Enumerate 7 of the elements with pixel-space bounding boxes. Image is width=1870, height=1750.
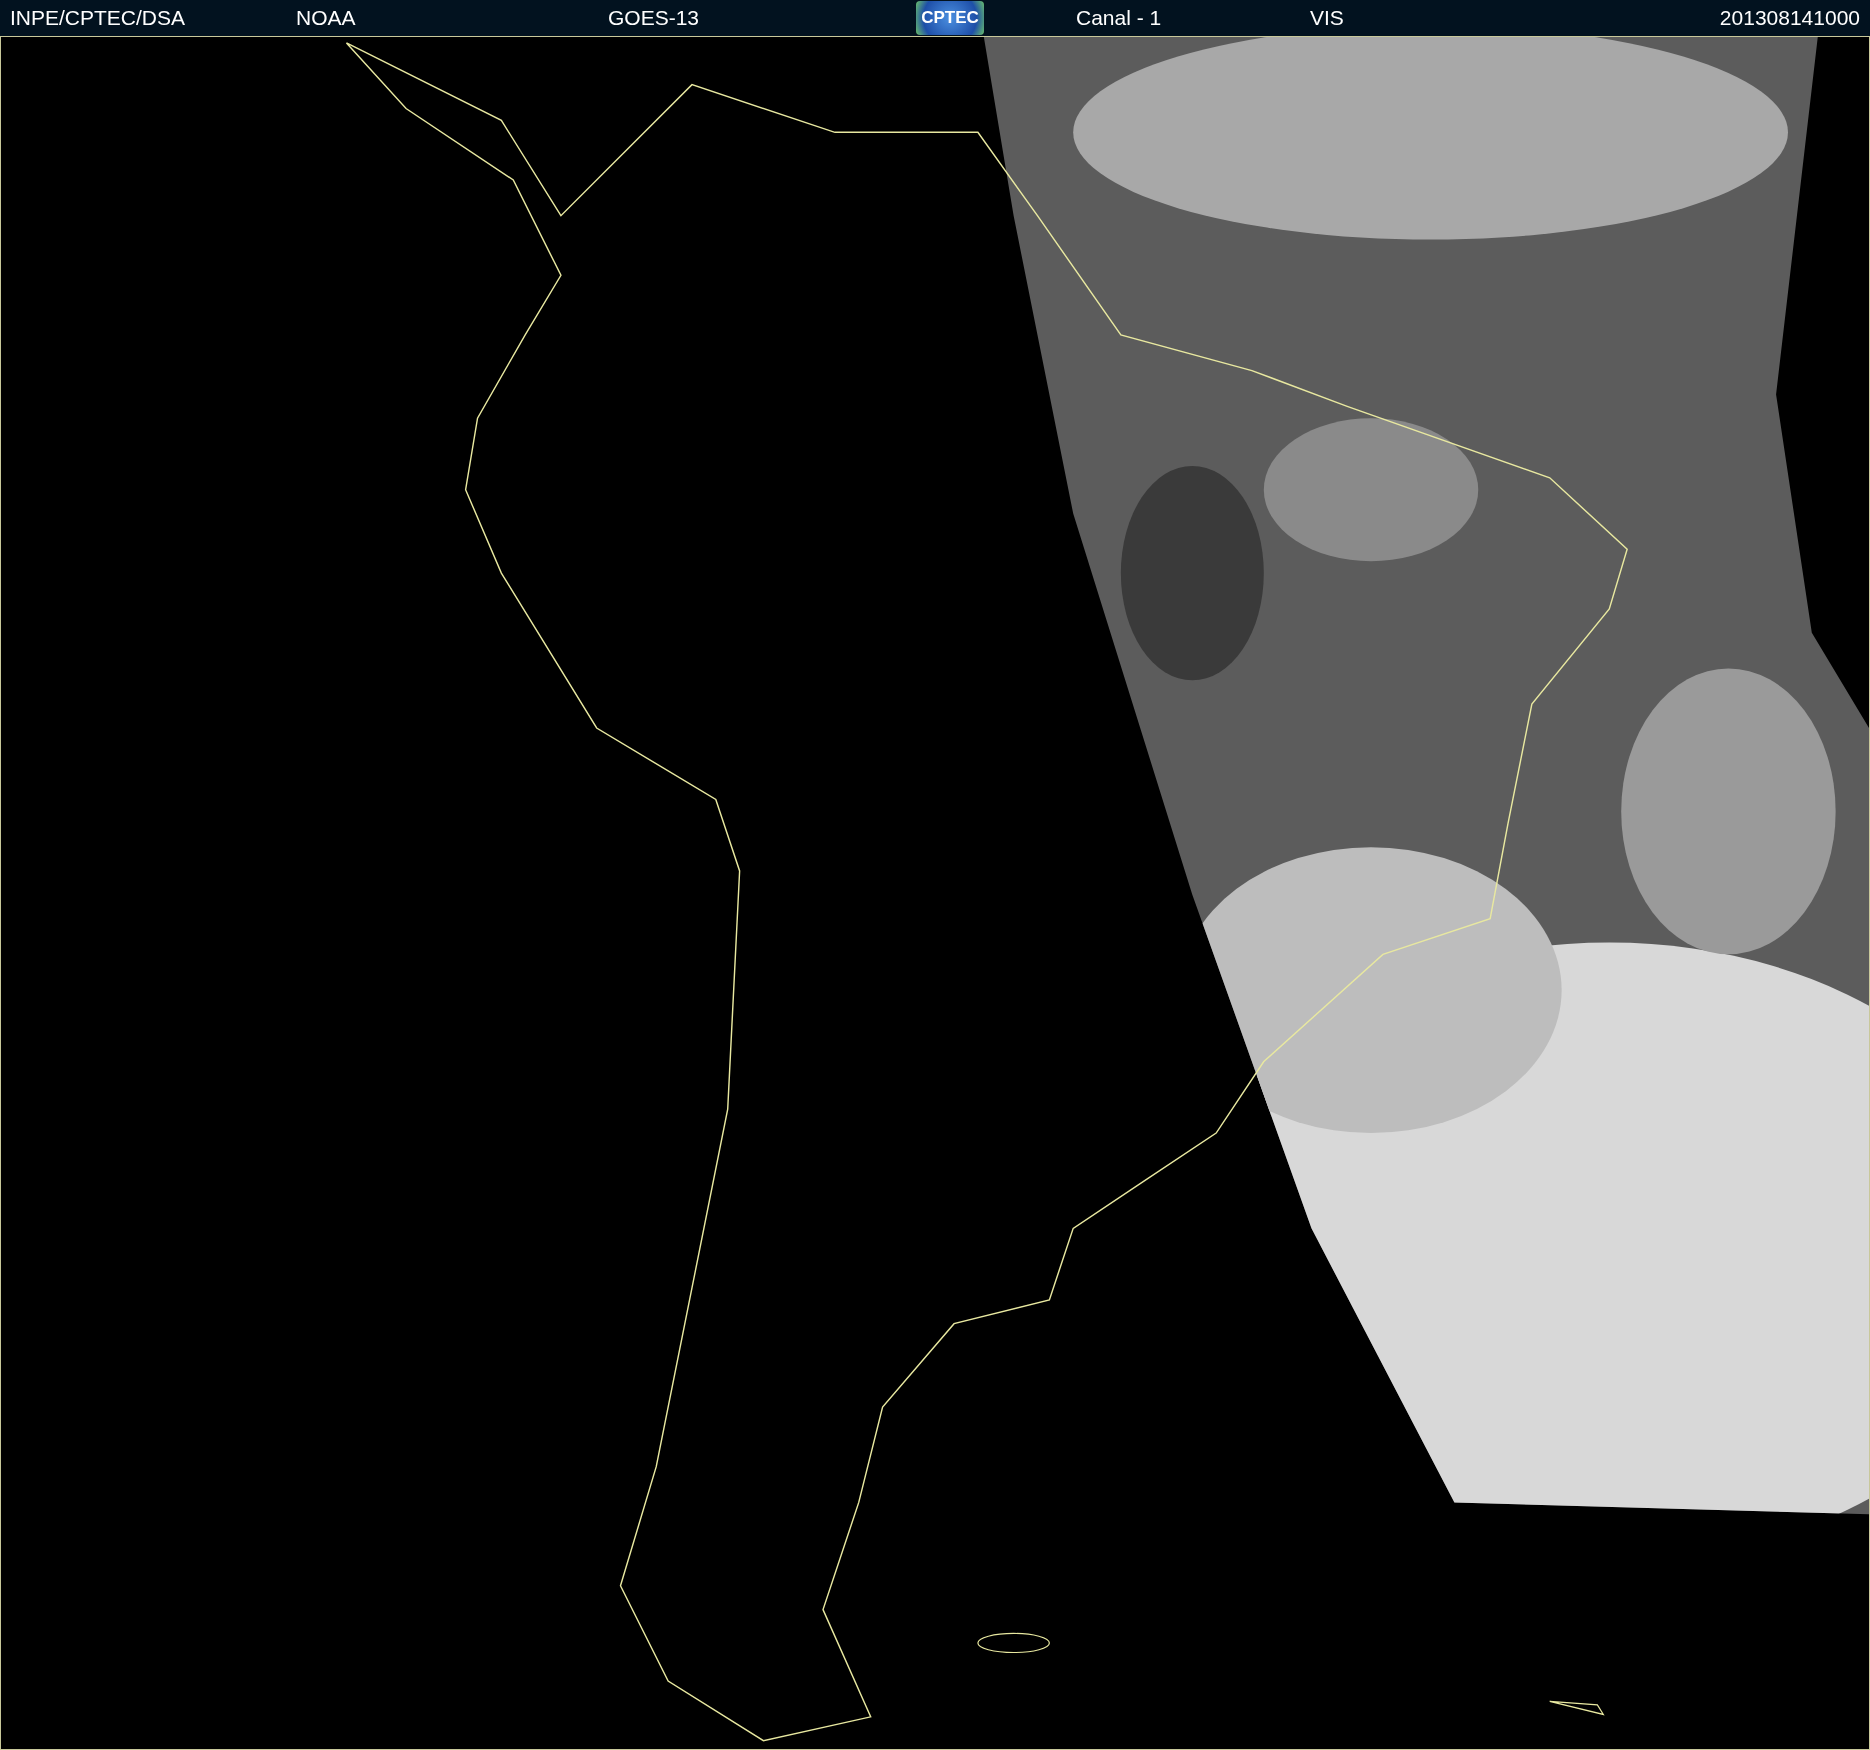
satellite-label: GOES-13 (607, 6, 700, 30)
logo: CPTEC (916, 1, 984, 35)
agency-label: NOAA (295, 6, 356, 30)
channel-label: Canal - 1 (1075, 6, 1162, 30)
band-label: VIS (1309, 6, 1344, 30)
source-label: INPE/CPTEC/DSA (9, 6, 186, 30)
timestamp-label: 201308141000 (1719, 6, 1861, 30)
